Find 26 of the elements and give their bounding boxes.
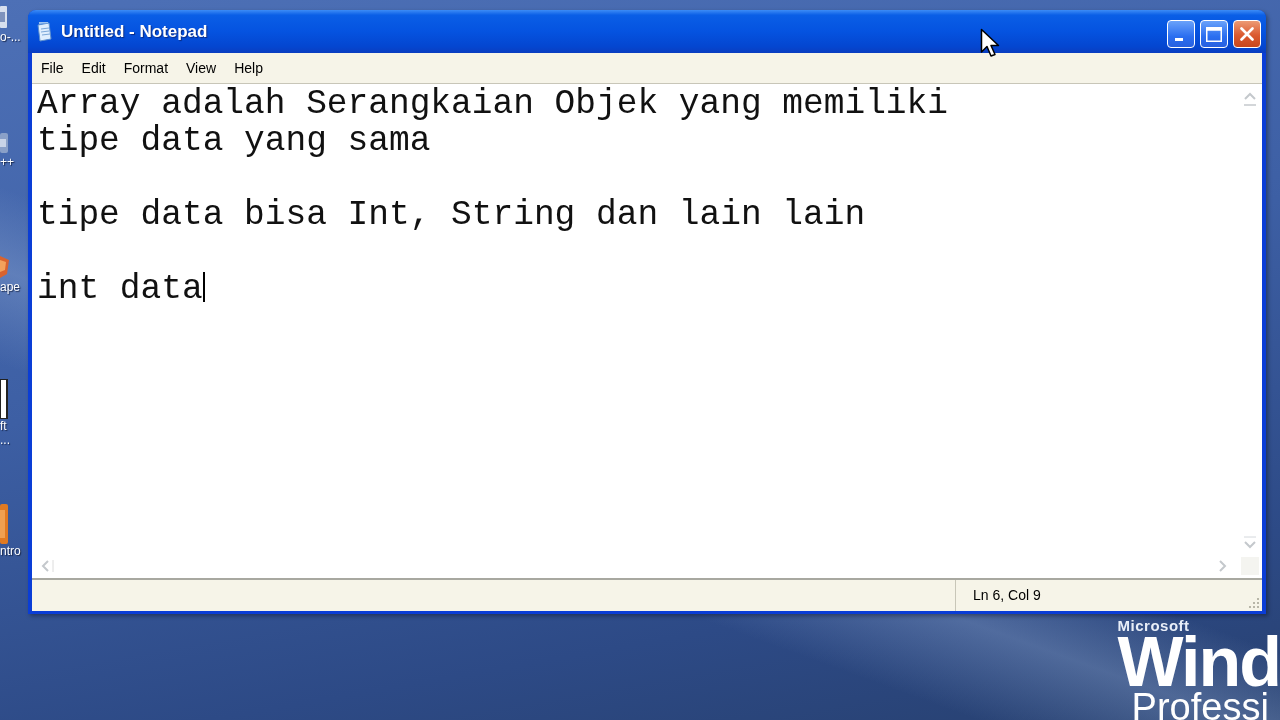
logo-edition-text: Professi [1131, 691, 1269, 720]
desktop-icon-label: ++ [0, 155, 14, 169]
close-button[interactable] [1233, 20, 1261, 48]
menu-item[interactable]: Format [114, 58, 178, 78]
document-text: Array adalah Serangkaian Objek yang memiliki tipe data yang sama tipe data bisa Int, String dan lain lain int data [37, 84, 948, 308]
logo-brand-text: Microsoft [1117, 618, 1190, 633]
mouse-pointer-icon [980, 28, 1000, 58]
notepad-icon [36, 21, 53, 42]
menu-item[interactable]: View [177, 58, 226, 78]
maximize-button[interactable] [1200, 20, 1228, 48]
desktop-icon-label: ... [0, 433, 10, 447]
menu-item[interactable]: File [32, 58, 73, 78]
resize-grip-icon[interactable] [1248, 597, 1260, 609]
menu-item[interactable]: Edit [72, 58, 115, 78]
maximize-icon [1206, 26, 1222, 42]
minimize-icon [1175, 38, 1183, 41]
desktop-icon-label: ft [0, 419, 7, 433]
desktop-icon-label: ntro [0, 544, 21, 558]
desktop-icon-label: ape [0, 280, 21, 294]
cursor-position-text: Ln 6, Col 9 [973, 586, 1041, 605]
close-icon [1240, 27, 1254, 41]
desktop-icon[interactable] [0, 379, 10, 419]
menu-item[interactable]: Help [225, 58, 272, 78]
window-title: Untitled - Notepad [61, 20, 208, 43]
desktop-icon-label: o-... [0, 30, 21, 44]
minimize-button[interactable] [1167, 20, 1195, 48]
